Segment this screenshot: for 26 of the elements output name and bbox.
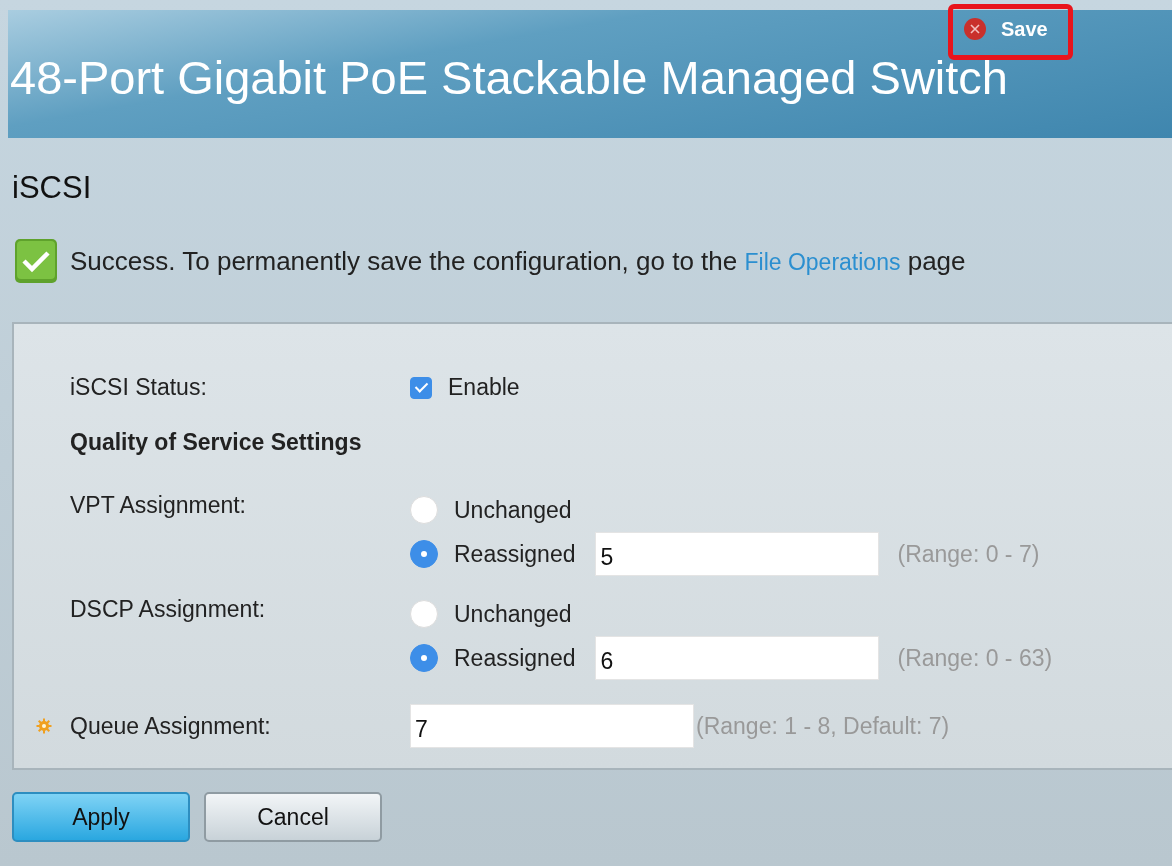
required-gear-icon xyxy=(36,718,52,734)
field-label: DSCP Assignment: xyxy=(70,596,267,623)
queue-input[interactable]: 7 xyxy=(410,704,694,748)
option-label: Unchanged xyxy=(454,600,572,628)
option-label: Reassigned xyxy=(454,540,576,568)
range-hint: (Range: 1 - 8, Default: 7) xyxy=(696,712,950,740)
field-label: Queue Assignment: xyxy=(70,712,272,740)
field-label: VPT Assignment: xyxy=(70,492,247,519)
enable-checkbox[interactable] xyxy=(410,376,432,399)
cancel-button[interactable]: Cancel xyxy=(204,792,382,842)
field-label: iSCSI Status: xyxy=(70,374,208,401)
radio-button[interactable] xyxy=(410,644,438,672)
range-hint: (Range: 0 - 63) xyxy=(897,644,1053,672)
close-icon xyxy=(963,17,987,41)
radio-button[interactable] xyxy=(410,540,438,568)
option-label: Reassigned xyxy=(454,644,576,672)
range-hint: (Range: 0 - 7) xyxy=(897,540,1040,568)
value-input[interactable]: 6 xyxy=(595,636,880,680)
success-check-icon xyxy=(14,238,58,284)
option-label: Enable xyxy=(448,374,520,401)
success-message: Success. To permanently save the configuration, go to the File Operations page xyxy=(70,245,966,277)
value-input[interactable]: 5 xyxy=(595,532,880,576)
section-heading: Quality of Service Settings xyxy=(70,429,363,456)
option-label: Unchanged xyxy=(454,496,572,524)
page-title: iSCSI xyxy=(12,170,93,206)
apply-button[interactable]: Apply xyxy=(12,792,190,842)
